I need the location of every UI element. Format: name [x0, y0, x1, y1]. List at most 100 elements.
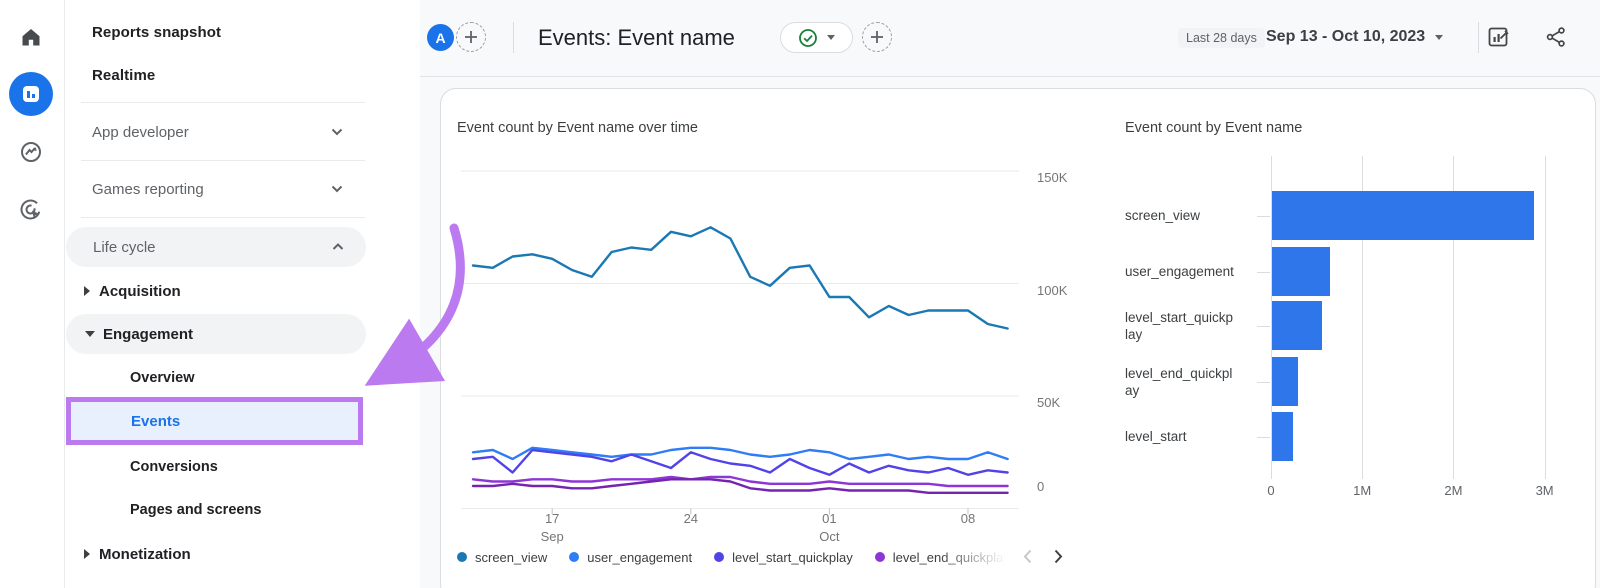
add-report-tab-button[interactable] [862, 22, 892, 52]
data-quality-badge[interactable] [780, 22, 853, 53]
bar-level_start[interactable] [1272, 412, 1293, 461]
legend-label: level_start_quickplay [732, 550, 853, 565]
bar-user_engagement[interactable] [1272, 247, 1330, 296]
bar-category-tick [1257, 326, 1270, 327]
bar-category-label: user_engagement [1125, 247, 1235, 296]
legend-dot-icon [569, 552, 579, 562]
add-comparison-button[interactable] [456, 22, 486, 52]
header-divider [513, 22, 514, 53]
sidebar-section-life-cycle[interactable]: Life cycle [66, 227, 366, 267]
x-axis-label: 01Oct [807, 510, 851, 546]
chart-legend: screen_view user_engagement level_start_qu… [457, 545, 1019, 569]
collapse-triangle-icon [84, 286, 90, 296]
check-circle-icon [798, 28, 818, 48]
legend-label: user_engagement [587, 550, 692, 565]
date-range-picker[interactable]: Sep 13 - Oct 10, 2023 [1266, 28, 1443, 46]
bar-category-tick [1257, 382, 1270, 383]
explore-nav-button[interactable] [9, 130, 53, 174]
chevron-down-icon [331, 128, 343, 136]
bar-chart-reports-icon [20, 83, 42, 105]
sidebar-item-reports-snapshot[interactable]: Reports snapshot [65, 12, 365, 52]
sidebar-item-events-highlighted[interactable]: Events [66, 397, 363, 445]
sidebar-label: Engagement [103, 326, 193, 343]
chevron-right-icon [1054, 549, 1063, 564]
legend-prev-button[interactable] [1015, 543, 1039, 569]
chevron-up-icon [332, 243, 344, 251]
home-nav-button[interactable] [9, 15, 53, 59]
sidebar-label: Games reporting [92, 181, 204, 198]
advertising-target-icon [18, 197, 44, 223]
sidebar-group-engagement[interactable]: Engagement [66, 314, 366, 354]
sidebar-group-acquisition[interactable]: Acquisition [65, 271, 365, 311]
legend-fade-mask [939, 541, 1023, 571]
edit-chart-icon [1486, 25, 1510, 49]
series-line-level_start [473, 479, 1008, 493]
share-icon [1544, 25, 1568, 49]
legend-next-button[interactable] [1046, 543, 1070, 569]
collapse-triangle-icon [84, 549, 90, 559]
avatar[interactable]: A [427, 24, 454, 51]
x-axis-label: 17Sep [530, 510, 574, 546]
y-axis-label: 100K [1037, 283, 1067, 298]
reports-nav-button[interactable] [9, 72, 53, 116]
x-axis-label: 24 [669, 510, 713, 528]
explore-trend-icon [18, 139, 44, 165]
sidebar-section-app-developer[interactable]: App developer [65, 112, 365, 152]
sidebar-label: Acquisition [99, 283, 181, 300]
legend-dot-icon [457, 552, 467, 562]
legend-label: screen_view [475, 550, 547, 565]
bar-x-axis-label: 0 [1249, 483, 1293, 498]
sidebar-group-monetization[interactable]: Monetization [65, 534, 365, 574]
date-range-value: Sep 13 - Oct 10, 2023 [1266, 28, 1425, 46]
bar-category-label: level_start [1125, 412, 1235, 461]
sidebar-divider [81, 217, 365, 218]
plus-icon [463, 29, 479, 45]
bar-category-tick [1257, 272, 1270, 273]
legend-dot-icon [714, 552, 724, 562]
sidebar-label: App developer [92, 124, 189, 141]
bar-screen_view[interactable] [1272, 191, 1534, 240]
bar-category-label: level_start_quickplay [1125, 301, 1235, 350]
report-main-area: A Events: Event name Last 28 day [420, 0, 1600, 588]
sidebar-item-pages-and-screens[interactable]: Pages and screens [65, 490, 365, 530]
caret-down-icon [1435, 35, 1443, 40]
legend-item-user_engagement[interactable]: user_engagement [569, 550, 692, 565]
series-line-level_start_quickplay [473, 450, 1008, 475]
advertising-nav-button[interactable] [9, 188, 53, 232]
sidebar-label-events: Events [131, 413, 180, 430]
sidebar-label: Realtime [92, 67, 155, 84]
bar-chart-title: Event count by Event name [1125, 120, 1302, 136]
plus-icon [869, 29, 885, 45]
sidebar-label: Life cycle [93, 239, 156, 256]
sidebar-item-realtime[interactable]: Realtime [65, 55, 365, 95]
app-nav-rail [0, 0, 65, 588]
legend-item-level_start_quickplay[interactable]: level_start_quickplay [714, 550, 853, 565]
bar-x-axis-label: 2M [1431, 483, 1475, 498]
sidebar-item-overview[interactable]: Overview [65, 358, 365, 398]
legend-dot-icon [875, 552, 885, 562]
sidebar-label: Reports snapshot [92, 24, 221, 41]
x-axis-label: 08 [946, 510, 990, 528]
bar-category-tick [1257, 437, 1270, 438]
sidebar-label: Conversions [130, 459, 218, 475]
sidebar-item-conversions[interactable]: Conversions [65, 447, 365, 487]
events-charts-card: Event count by Event name over time Even… [440, 88, 1596, 588]
sidebar-section-games-reporting[interactable]: Games reporting [65, 169, 365, 209]
bar-level_start_quickplay[interactable] [1272, 301, 1322, 350]
bar-level_end_quickplay[interactable] [1272, 357, 1298, 406]
expand-triangle-icon [85, 331, 95, 337]
series-line-screen_view [473, 227, 1008, 328]
chevron-down-icon [331, 185, 343, 193]
sidebar-label: Pages and screens [130, 502, 261, 518]
y-axis-label: 0 [1037, 479, 1044, 494]
y-axis-label: 50K [1037, 395, 1060, 410]
bar-category-label: level_end_quickplay [1125, 357, 1235, 406]
customize-report-button[interactable] [1485, 24, 1511, 50]
legend-item-screen_view[interactable]: screen_view [457, 550, 547, 565]
share-button[interactable] [1543, 24, 1569, 50]
bar-x-axis-label: 3M [1523, 483, 1567, 498]
sidebar-label: Overview [130, 370, 195, 386]
caret-down-icon [827, 35, 835, 40]
chevron-left-icon [1023, 549, 1032, 564]
bar-gridline [1545, 156, 1546, 479]
